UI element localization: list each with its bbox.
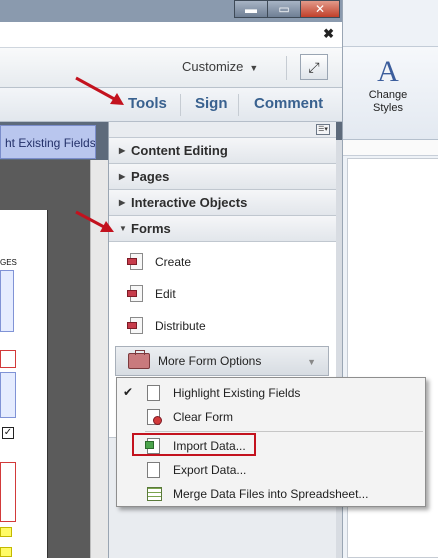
create-form-button[interactable]: Create <box>127 250 191 274</box>
title-bar: ▬ ▭ ✕ <box>0 0 342 22</box>
window-controls: ▬ ▭ ✕ <box>234 0 340 18</box>
minimize-button[interactable]: ▬ <box>234 0 268 18</box>
section-label: Forms <box>131 221 171 236</box>
close-pane-icon[interactable]: ✖ <box>323 26 334 42</box>
create-form-icon <box>127 252 147 272</box>
export-data-icon <box>145 461 165 479</box>
change-styles-label-2: Styles <box>373 102 403 114</box>
distribute-label: Distribute <box>155 319 206 333</box>
section-pages[interactable]: ▶ Pages <box>109 164 336 190</box>
tab-divider <box>180 94 181 116</box>
section-label: Content Editing <box>131 143 228 158</box>
tab-sign[interactable]: Sign <box>195 95 228 112</box>
section-label: Pages <box>131 169 170 184</box>
menu-item-label: Merge Data Files into Spreadsheet... <box>173 487 369 501</box>
highlight-existing-fields-bar[interactable]: ht Existing Fields <box>0 125 96 159</box>
form-field[interactable] <box>0 462 16 522</box>
spreadsheet-icon <box>145 485 165 503</box>
annotation-arrow-icon <box>75 210 114 232</box>
more-form-options-label: More Form Options <box>158 354 262 368</box>
distribute-form-button[interactable]: Distribute <box>127 314 206 338</box>
form-field[interactable] <box>0 270 14 332</box>
menu-separator <box>145 431 423 432</box>
form-checkbox[interactable]: ✓ <box>2 427 14 439</box>
menu-item-label: Highlight Existing Fields <box>173 386 301 400</box>
panel-options-icon[interactable]: ☰▾ <box>316 124 330 135</box>
edit-label: Edit <box>155 287 176 301</box>
customize-label: Customize <box>182 59 244 74</box>
form-field[interactable] <box>0 350 16 368</box>
page-text-fragment: GES <box>0 258 17 267</box>
more-form-options-button[interactable]: More Form Options ▼ <box>115 346 329 376</box>
top-toolbar: ✖ <box>0 22 342 48</box>
task-pane-tabs: Tools Sign Comment <box>0 88 342 122</box>
annotation-highlight-box <box>132 433 256 456</box>
word-ruler <box>343 140 438 156</box>
section-forms[interactable]: ▼ Forms <box>109 216 336 242</box>
section-content-editing[interactable]: ▶ Content Editing <box>109 138 336 164</box>
menu-item-merge-data-files[interactable]: Merge Data Files into Spreadsheet... <box>117 483 425 505</box>
chevron-down-icon: ▼ <box>249 63 259 73</box>
customize-toolbar: Customize ▼ ⤢ <box>0 48 342 88</box>
highlight-fields-icon <box>145 384 165 402</box>
menu-item-label: Export Data... <box>173 463 247 477</box>
change-styles-icon: A <box>377 55 399 88</box>
customize-menu[interactable]: Customize ▼ <box>182 59 258 74</box>
form-field[interactable] <box>0 372 16 418</box>
tab-divider <box>238 94 239 116</box>
distribute-form-icon <box>127 316 147 336</box>
menu-item-highlight-existing-fields[interactable]: ✔ Highlight Existing Fields <box>117 382 425 404</box>
expand-icon[interactable]: ⤢ <box>300 54 328 80</box>
briefcase-icon <box>128 350 150 369</box>
section-interactive-objects[interactable]: ▶ Interactive Objects <box>109 190 336 216</box>
change-styles-label-1: Change <box>368 89 408 101</box>
create-label: Create <box>155 255 192 269</box>
chevron-down-icon: ▼ <box>119 224 127 233</box>
edit-form-icon <box>127 284 147 304</box>
change-styles-button[interactable]: A Change Styles <box>363 55 413 115</box>
close-window-button[interactable]: ✕ <box>300 0 340 18</box>
edit-form-button[interactable]: Edit <box>127 282 176 306</box>
chevron-right-icon: ▶ <box>119 146 126 155</box>
word-ribbon: A Change Styles <box>343 46 438 140</box>
annotation-arrow-icon <box>75 76 124 105</box>
toolbar-divider <box>286 56 287 80</box>
menu-item-export-data[interactable]: Export Data... <box>117 459 425 481</box>
menu-item-clear-form[interactable]: Clear Form <box>117 406 425 428</box>
form-field[interactable] <box>0 527 12 537</box>
chevron-right-icon: ▶ <box>119 172 126 181</box>
section-label: Interactive Objects <box>131 195 248 210</box>
chevron-right-icon: ▶ <box>119 198 126 207</box>
tab-tools[interactable]: Tools <box>128 95 167 112</box>
menu-item-label: Clear Form <box>173 410 234 424</box>
checkmark-icon: ✔ <box>123 385 134 399</box>
clear-form-icon <box>145 408 165 426</box>
panel-options-bar: ☰▾ <box>109 122 336 138</box>
form-field[interactable] <box>0 547 12 557</box>
tab-comment[interactable]: Comment <box>254 95 323 112</box>
restore-button[interactable]: ▭ <box>267 0 301 18</box>
chevron-down-icon: ▼ <box>307 357 316 367</box>
